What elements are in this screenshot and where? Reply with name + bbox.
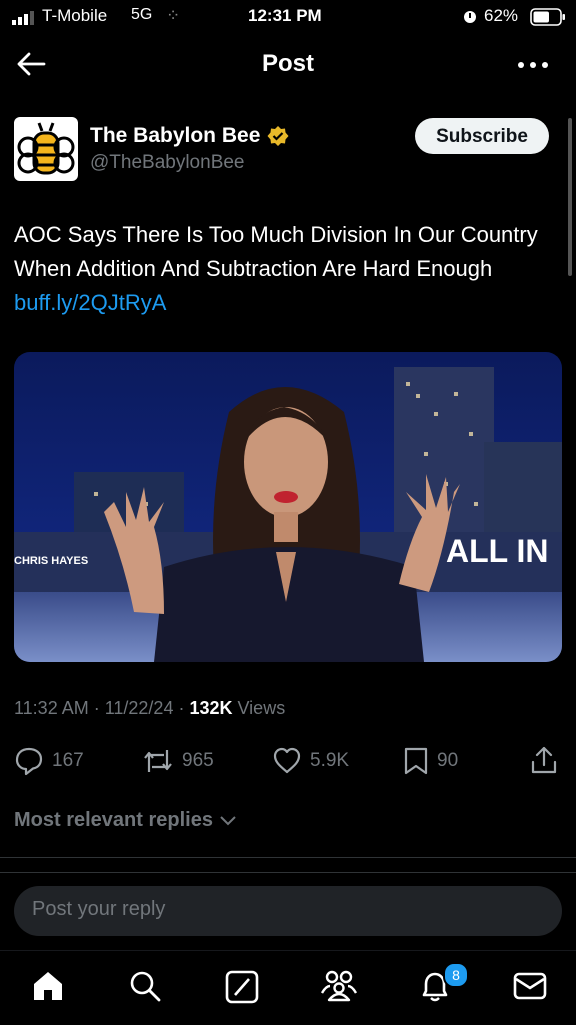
media-overlay-text-1: CHRIS HAYES [14, 555, 88, 567]
notifications-badge: 8 [443, 962, 469, 988]
bookmark-icon [404, 747, 428, 775]
status-bar: T-Mobile 5G ⁘ 12:31 PM 62% [0, 0, 576, 34]
reply-count: 167 [52, 750, 84, 771]
like-count: 5.9K [310, 750, 350, 771]
media-overlay-text-2: ALL IN [446, 533, 549, 569]
signal-icon [12, 11, 34, 25]
chevron-down-icon [220, 815, 236, 825]
post-time: 11:32 AM [14, 698, 89, 718]
author-name-text[interactable]: The Babylon Bee [90, 124, 260, 147]
media-thumbnail: CHRIS HAYES ALL IN [14, 352, 562, 662]
battery-icon [530, 8, 565, 26]
divider [0, 857, 576, 858]
replies-sort-label: Most relevant replies [14, 809, 213, 831]
bookmark-button[interactable]: 90 [403, 745, 458, 777]
home-icon[interactable] [31, 969, 65, 1003]
heart-icon [273, 747, 301, 774]
avatar[interactable] [14, 117, 78, 181]
bottom-tab-bar [0, 950, 576, 1025]
divider [0, 872, 576, 873]
reply-icon [15, 747, 43, 776]
verified-badge-icon[interactable] [267, 125, 289, 147]
repost-count: 965 [182, 750, 214, 771]
search-icon[interactable] [128, 969, 162, 1003]
battery-percent: 62% [484, 6, 519, 25]
author-handle[interactable]: @TheBabylonBee [90, 152, 245, 174]
post-meta: 11:32 AM · 11/22/24 · 132K Views [14, 698, 286, 718]
carrier-label: T-Mobile [42, 6, 108, 25]
bookmark-count: 90 [437, 750, 459, 771]
communities-icon[interactable] [320, 969, 358, 1003]
reply-button[interactable]: 167 [14, 745, 84, 777]
babylon-bee-logo [17, 122, 75, 175]
post-link[interactable]: buff.ly/2QJtRyA [14, 290, 166, 315]
views-count: 132K [189, 698, 233, 718]
scrollbar[interactable] [568, 118, 572, 276]
network-label: 5G [131, 6, 153, 23]
subscribe-button[interactable]: Subscribe [415, 118, 549, 154]
page-title: Post [261, 50, 314, 77]
reply-input-placeholder: Post your reply [32, 898, 166, 920]
messages-mail-icon[interactable] [513, 971, 547, 1001]
post-media-video[interactable]: CHRIS HAYES ALL IN [14, 352, 562, 662]
replies-sort-dropdown[interactable]: Most relevant replies [14, 809, 237, 832]
like-button[interactable]: 5.9K [272, 745, 349, 777]
post-date: 11/22/24 [104, 698, 174, 718]
author-name[interactable]: The Babylon Bee [90, 124, 260, 148]
status-time: 12:31 PM [248, 6, 322, 25]
more-options-icon[interactable] [517, 60, 549, 70]
post-body: AOC Says There Is Too Much Division In O… [14, 222, 538, 281]
alarm-icon [464, 11, 476, 23]
repost-icon [144, 750, 172, 772]
grok-icon[interactable] [225, 970, 259, 1004]
loading-icon: ⁘ [166, 6, 181, 25]
share-icon[interactable] [530, 745, 558, 775]
repost-button[interactable]: 965 [142, 745, 214, 777]
views-label: Views [237, 698, 286, 718]
post-text: AOC Says There Is Too Much Division In O… [14, 218, 566, 320]
